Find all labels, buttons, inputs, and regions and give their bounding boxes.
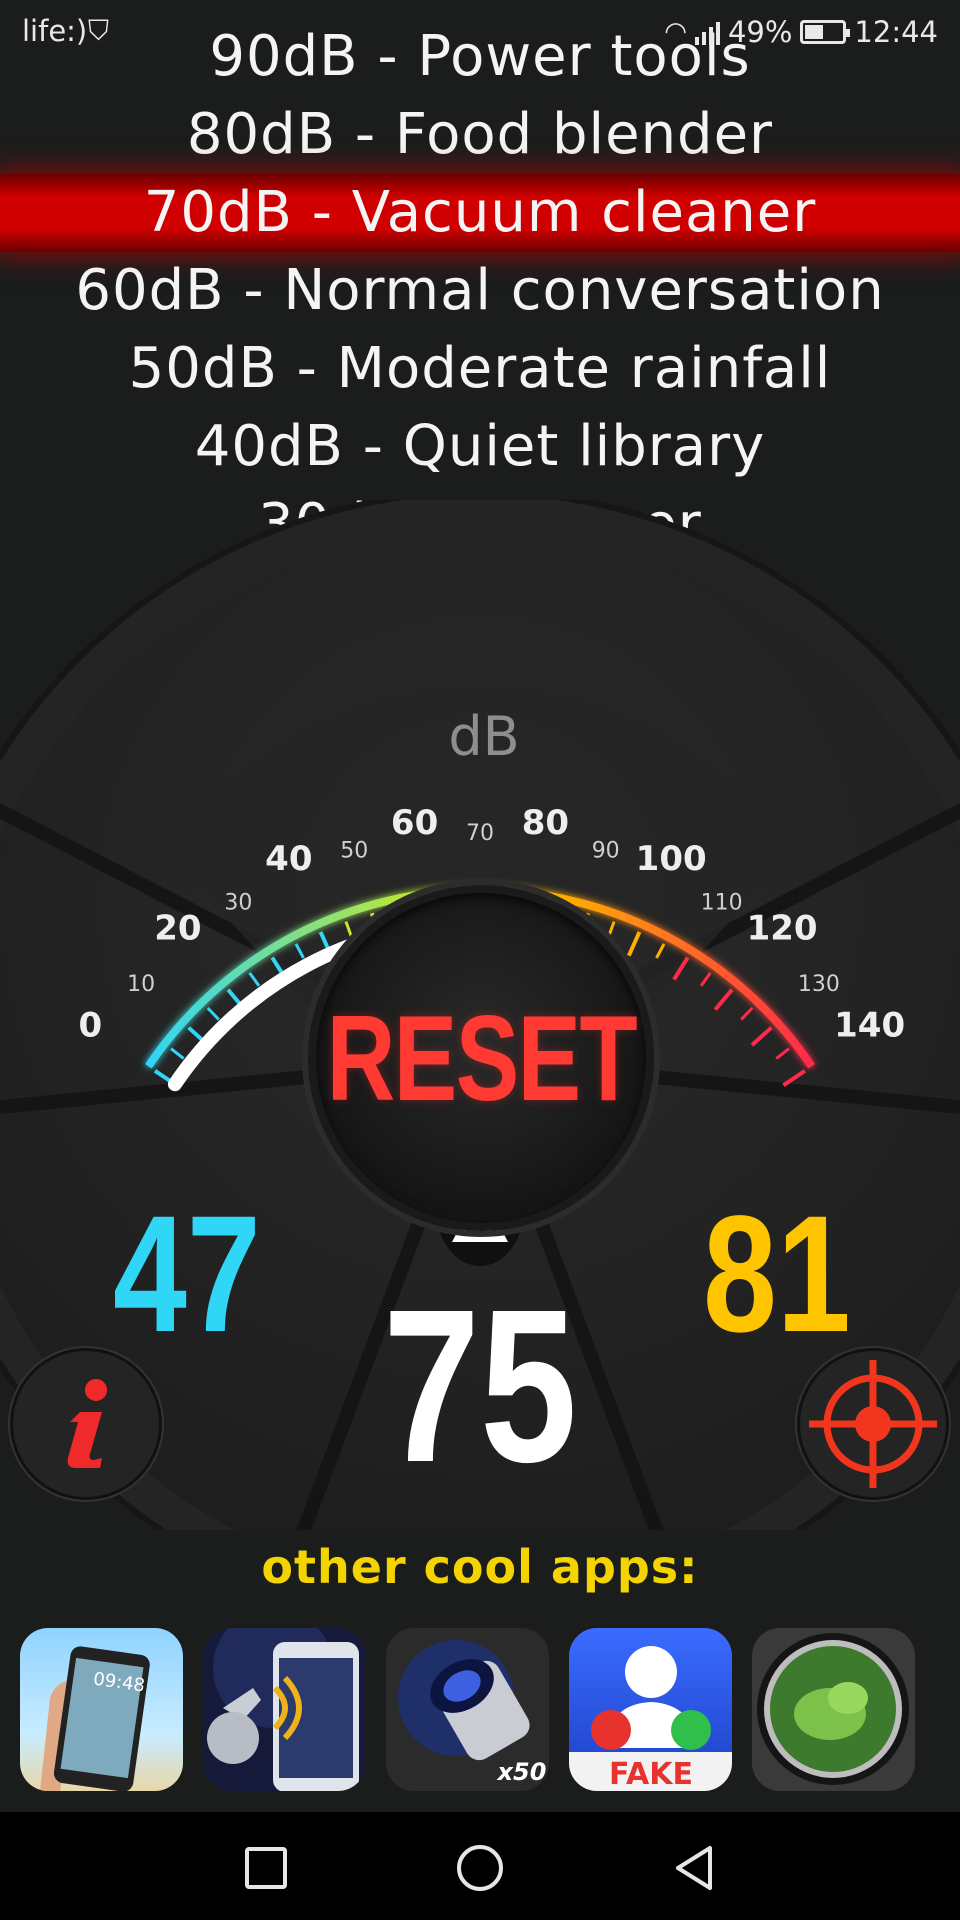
- target-button[interactable]: [797, 1348, 949, 1500]
- gauge-major-label: 100: [636, 839, 707, 879]
- gauge-major-label: 120: [747, 908, 818, 948]
- camera-zoom-app-icon: x50: [386, 1628, 549, 1791]
- gauge-major-label: 40: [265, 839, 312, 879]
- gauge-major-label: 140: [834, 1006, 905, 1046]
- gauge-minor-label: 70: [466, 821, 494, 846]
- gauge-major-label: 80: [522, 803, 569, 843]
- triangle-back-icon[interactable]: [666, 1840, 722, 1896]
- reference-item: 50dB - Moderate rainfall: [128, 336, 832, 401]
- current-db-value: 75: [383, 1265, 577, 1508]
- status-bar: life:) ⛉ ◠ 49% 12:44: [0, 0, 960, 62]
- battery-icon: [800, 20, 851, 44]
- reference-item: 80dB - Food blender: [186, 102, 774, 167]
- gauge-major-label: 0: [79, 1006, 103, 1046]
- fake-call-app-icon: FAKE: [569, 1628, 732, 1791]
- gauge-unit-label: dB: [448, 705, 519, 768]
- system-nav-bar: [0, 1812, 960, 1920]
- nfc-phone-app-icon: [203, 1628, 366, 1791]
- reference-item-active: 70dB - Vacuum cleaner: [0, 174, 960, 252]
- app-tile-fake-call[interactable]: FAKE: [569, 1628, 732, 1791]
- wifi-icon: ◠: [664, 17, 687, 47]
- reference-item: 60dB - Normal conversation: [75, 258, 885, 323]
- gauge-minor-label: 30: [224, 890, 252, 915]
- reference-item: 40dB - Quiet library: [194, 414, 766, 479]
- gauge-minor-label: 10: [127, 972, 155, 997]
- circle-icon[interactable]: [452, 1840, 508, 1896]
- other-apps-list: 09:48 x50 FAKE: [20, 1628, 940, 1791]
- clock: 12:44: [854, 15, 938, 49]
- carrier-label: life:): [22, 14, 88, 48]
- crosshair-icon: [809, 1360, 937, 1488]
- square-icon[interactable]: [238, 1840, 294, 1896]
- reset-label: RESET: [326, 990, 637, 1126]
- app-tile-camera-zoom[interactable]: x50: [386, 1628, 549, 1791]
- max-db-value: 81: [703, 1182, 851, 1367]
- gauge-minor-label: 110: [701, 890, 743, 915]
- night-vision-app-icon: [752, 1628, 915, 1791]
- info-icon: [67, 1379, 107, 1468]
- app-caption: FAKE: [609, 1757, 693, 1791]
- battery-percent: 49%: [727, 15, 793, 49]
- info-button[interactable]: [10, 1348, 162, 1500]
- shield-icon: ⛉: [88, 14, 110, 47]
- gauge-minor-label: 90: [592, 839, 620, 864]
- app-tile-transparent-screen[interactable]: 09:48: [20, 1628, 183, 1791]
- min-db-value: 47: [113, 1182, 261, 1367]
- app-tile-nfc-phone[interactable]: [203, 1628, 366, 1791]
- gauge-major-label: 20: [154, 908, 201, 948]
- reset-button[interactable]: RESET: [308, 885, 654, 1231]
- other-apps-title: other cool apps:: [261, 1540, 699, 1594]
- transparent-screen-app-icon: 09:48: [20, 1628, 183, 1791]
- app-caption: x50: [497, 1758, 547, 1786]
- status-icons: ◠ 49% 12:44: [664, 12, 938, 52]
- app-tile-night-vision[interactable]: [752, 1628, 915, 1791]
- signal-icon: [694, 19, 720, 45]
- gauge-major-label: 60: [391, 803, 438, 843]
- gauge-minor-label: 130: [798, 972, 840, 997]
- gauge-minor-label: 50: [340, 839, 368, 864]
